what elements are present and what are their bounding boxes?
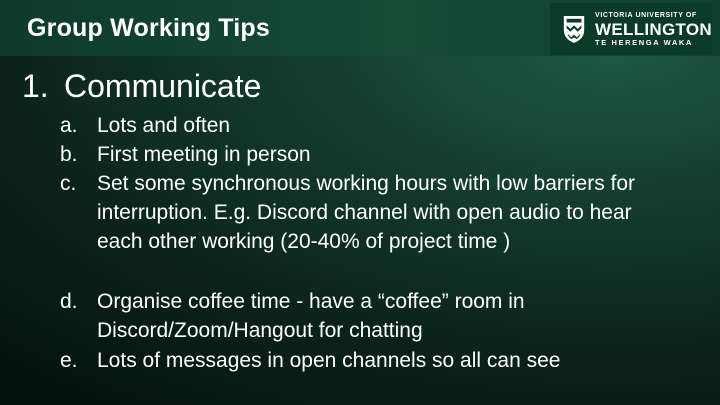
section-number: 1. <box>22 68 49 104</box>
list-item: a. Lots and often <box>60 111 660 140</box>
list-item-text: Organise coffee time - have a “coffee” r… <box>97 290 525 342</box>
section-heading: 1. Communicate <box>22 68 261 105</box>
list-marker: a. <box>60 114 78 137</box>
list-marker: c. <box>60 172 77 195</box>
list-item-text: First meeting in person <box>97 143 311 166</box>
list-item: e. Lots of messages in open channels so … <box>60 346 660 375</box>
university-logo: VICTORIA UNIVERSITY OF WELLINGTON TE HER… <box>550 3 712 55</box>
list-item-text: Lots and often <box>97 114 231 137</box>
list-marker: e. <box>60 349 78 372</box>
logo-line-2: WELLINGTON <box>595 19 712 39</box>
list-marker: d. <box>60 290 78 313</box>
list-item-text: Lots of messages in open channels so all… <box>97 349 561 372</box>
section-heading-text: Communicate <box>64 68 262 104</box>
list-marker: b. <box>60 143 78 166</box>
slide-title: Group Working Tips <box>27 14 270 42</box>
university-crest-icon <box>563 16 585 43</box>
list-item-text: Set some synchronous working hours with … <box>97 172 636 253</box>
list-item: b. First meeting in person <box>60 140 660 169</box>
list-item: d. Organise coffee time - have a “coffee… <box>60 287 660 345</box>
logo-line-3: TE HERENGA WAKA <box>595 37 693 47</box>
logo-line-1: VICTORIA UNIVERSITY OF <box>595 11 697 19</box>
list-item: c. Set some synchronous working hours wi… <box>60 169 660 256</box>
